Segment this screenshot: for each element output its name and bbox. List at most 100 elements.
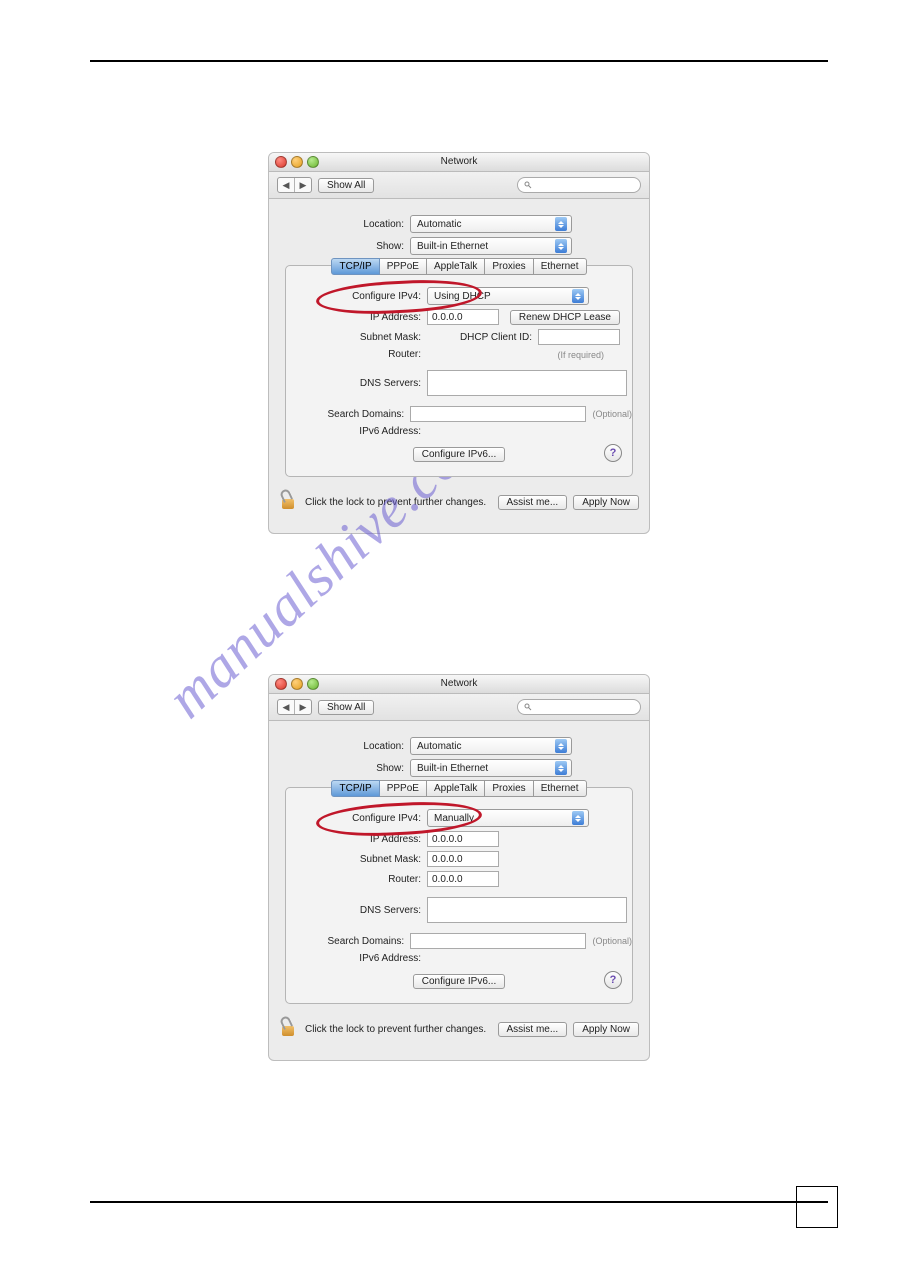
subnet-mask-label: Subnet Mask: (286, 332, 427, 343)
search-domains-label: Search Domains: (286, 409, 410, 420)
configure-ipv4-select[interactable]: Manually (427, 809, 589, 827)
tab-bar: TCP/IP PPPoE AppleTalk Proxies Ethernet (286, 258, 632, 275)
search-input[interactable] (517, 177, 641, 193)
nav-back-forward[interactable]: ◀ ▶ (277, 699, 312, 715)
close-icon[interactable] (275, 156, 287, 168)
lock-icon[interactable] (279, 1018, 297, 1040)
ipv6-address-label: IPv6 Address: (286, 953, 427, 964)
show-value: Built-in Ethernet (417, 241, 488, 252)
top-divider (90, 60, 828, 62)
show-all-button[interactable]: Show All (318, 178, 374, 193)
zoom-icon[interactable] (307, 678, 319, 690)
tab-tcpip[interactable]: TCP/IP (331, 780, 379, 797)
close-icon[interactable] (275, 678, 287, 690)
renew-dhcp-button[interactable]: Renew DHCP Lease (510, 310, 620, 325)
dropdown-arrows-icon (555, 239, 567, 253)
zoom-icon[interactable] (307, 156, 319, 168)
nav-back-forward[interactable]: ◀ ▶ (277, 177, 312, 193)
router-field[interactable]: 0.0.0.0 (427, 871, 499, 887)
location-select[interactable]: Automatic (410, 215, 572, 233)
configure-ipv4-value: Manually (434, 813, 474, 824)
dropdown-arrows-icon (555, 761, 567, 775)
lock-text: Click the lock to prevent further change… (305, 497, 486, 508)
dns-servers-label: DNS Servers: (286, 905, 427, 916)
tab-appletalk[interactable]: AppleTalk (427, 258, 485, 275)
ip-address-field[interactable]: 0.0.0.0 (427, 309, 499, 325)
tab-pppoe[interactable]: PPPoE (380, 258, 427, 275)
dropdown-arrows-icon (572, 289, 584, 303)
forward-icon[interactable]: ▶ (295, 178, 311, 192)
search-domains-label: Search Domains: (286, 936, 410, 947)
ipv6-address-label: IPv6 Address: (286, 426, 427, 437)
configure-ipv4-label: Configure IPv4: (286, 291, 427, 302)
location-value: Automatic (417, 741, 461, 752)
back-icon[interactable]: ◀ (278, 700, 295, 714)
ip-address-field[interactable]: 0.0.0.0 (427, 831, 499, 847)
search-domains-field[interactable] (410, 406, 586, 422)
router-label: Router: (286, 874, 427, 885)
dns-servers-field[interactable] (427, 897, 627, 923)
assist-me-button[interactable]: Assist me... (498, 495, 568, 510)
window-controls[interactable] (275, 156, 319, 168)
configure-ipv6-button[interactable]: Configure IPv6... (413, 447, 505, 462)
minimize-icon[interactable] (291, 156, 303, 168)
show-label: Show: (269, 763, 410, 774)
back-icon[interactable]: ◀ (278, 178, 295, 192)
window-titlebar: Network (269, 675, 649, 694)
configure-ipv4-value: Using DHCP (434, 291, 491, 302)
location-select[interactable]: Automatic (410, 737, 572, 755)
bottom-divider (90, 1201, 828, 1203)
tab-proxies[interactable]: Proxies (485, 258, 533, 275)
window-controls[interactable] (275, 678, 319, 690)
minimize-icon[interactable] (291, 678, 303, 690)
window-title: Network (441, 156, 478, 167)
show-select[interactable]: Built-in Ethernet (410, 759, 572, 777)
configure-ipv4-select[interactable]: Using DHCP (427, 287, 589, 305)
dropdown-arrows-icon (555, 739, 567, 753)
help-button[interactable]: ? (604, 971, 622, 989)
page-number-box (796, 1186, 838, 1228)
show-value: Built-in Ethernet (417, 763, 488, 774)
tab-proxies[interactable]: Proxies (485, 780, 533, 797)
subnet-mask-field[interactable]: 0.0.0.0 (427, 851, 499, 867)
dns-servers-label: DNS Servers: (286, 378, 427, 389)
tab-tcpip[interactable]: TCP/IP (331, 258, 379, 275)
dhcp-client-id-label: DHCP Client ID: (460, 332, 532, 343)
search-domains-hint: (Optional) (592, 936, 632, 946)
configure-ipv6-button[interactable]: Configure IPv6... (413, 974, 505, 989)
location-label: Location: (269, 741, 410, 752)
lock-text: Click the lock to prevent further change… (305, 1024, 486, 1035)
dns-servers-field[interactable] (427, 370, 627, 396)
lock-icon[interactable] (279, 491, 297, 513)
assist-me-button[interactable]: Assist me... (498, 1022, 568, 1037)
dropdown-arrows-icon (572, 811, 584, 825)
subnet-mask-label: Subnet Mask: (286, 854, 427, 865)
configure-ipv4-label: Configure IPv4: (286, 813, 427, 824)
show-select[interactable]: Built-in Ethernet (410, 237, 572, 255)
dhcp-client-id-field[interactable] (538, 329, 620, 345)
tab-bar: TCP/IP PPPoE AppleTalk Proxies Ethernet (286, 780, 632, 797)
search-icon (524, 181, 532, 189)
apply-now-button[interactable]: Apply Now (573, 1022, 639, 1037)
network-preferences-panel-manual: Network ◀ ▶ Show All Location: Automatic (268, 674, 650, 1061)
show-label: Show: (269, 241, 410, 252)
location-value: Automatic (417, 219, 461, 230)
tab-ethernet[interactable]: Ethernet (534, 780, 587, 797)
help-button[interactable]: ? (604, 444, 622, 462)
apply-now-button[interactable]: Apply Now (573, 495, 639, 510)
window-title: Network (441, 678, 478, 689)
window-titlebar: Network (269, 153, 649, 172)
search-domains-hint: (Optional) (592, 409, 632, 419)
ip-address-label: IP Address: (286, 834, 427, 845)
dropdown-arrows-icon (555, 217, 567, 231)
ip-address-label: IP Address: (286, 312, 427, 323)
search-input[interactable] (517, 699, 641, 715)
show-all-button[interactable]: Show All (318, 700, 374, 715)
tab-ethernet[interactable]: Ethernet (534, 258, 587, 275)
router-label: Router: (286, 349, 427, 360)
forward-icon[interactable]: ▶ (295, 700, 311, 714)
tab-appletalk[interactable]: AppleTalk (427, 780, 485, 797)
tab-pppoe[interactable]: PPPoE (380, 780, 427, 797)
network-preferences-panel-dhcp: Network ◀ ▶ Show All Location: Automatic (268, 152, 650, 534)
search-domains-field[interactable] (410, 933, 586, 949)
